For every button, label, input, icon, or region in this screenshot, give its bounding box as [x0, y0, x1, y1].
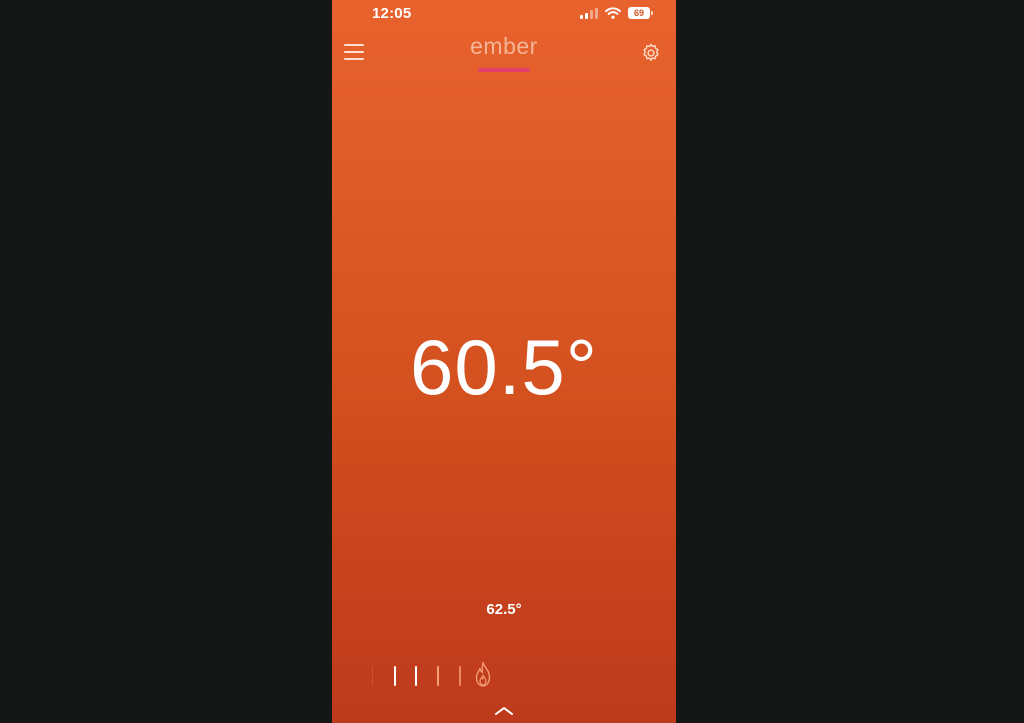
- current-temperature: 60.5°: [409, 323, 598, 411]
- level-bar: [415, 666, 417, 686]
- status-icons: 69: [580, 6, 653, 20]
- status-time: 12:05: [372, 5, 412, 22]
- gear-icon[interactable]: [640, 42, 662, 64]
- level-bar: [394, 666, 396, 686]
- target-temperature[interactable]: 62.5°: [332, 601, 676, 618]
- wifi-icon: [605, 7, 621, 19]
- logo-underline: [478, 68, 530, 72]
- level-bar: [459, 666, 461, 686]
- ember-logo: ember: [470, 33, 538, 59]
- level-bar: [437, 666, 439, 686]
- chevron-up-icon[interactable]: [492, 703, 516, 717]
- battery-indicator: 69: [628, 7, 653, 19]
- cellular-signal-icon: [580, 7, 598, 19]
- app-screen: 12:05 69 ember 60.5° 62.5°: [332, 0, 676, 723]
- flame-icon: [475, 661, 491, 687]
- level-bar: [372, 666, 373, 686]
